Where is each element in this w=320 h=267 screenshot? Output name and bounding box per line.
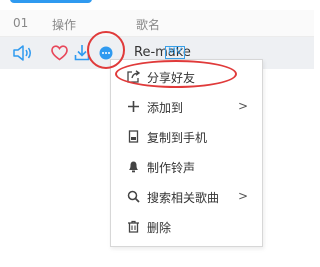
top-blue-button[interactable] xyxy=(10,0,92,3)
chevron-right-icon: > xyxy=(237,189,248,203)
phone-icon xyxy=(128,130,139,143)
annotation-ellipse xyxy=(115,60,237,88)
menu-item-copy-to-phone[interactable]: 复制到手机 xyxy=(111,122,262,152)
menu-item-label: 复制到手机 xyxy=(147,131,208,145)
menu-item-label: 删除 xyxy=(147,221,172,235)
menu-item-label: 制作铃声 xyxy=(147,161,196,175)
bell-icon xyxy=(129,161,138,173)
header-index: 01 xyxy=(13,16,29,30)
menu-item-make-ringtone[interactable]: 制作铃声 xyxy=(111,152,262,182)
menu-item-search-related[interactable]: 搜索相关歌曲 > xyxy=(111,182,262,212)
heart-icon[interactable] xyxy=(51,45,68,61)
plus-icon xyxy=(128,101,139,112)
chevron-right-icon: > xyxy=(237,99,248,113)
menu-item-add-to[interactable]: 添加到 > xyxy=(111,92,262,122)
trash-icon xyxy=(128,220,139,233)
table-header: 01 操作 歌名 xyxy=(0,10,314,37)
search-icon xyxy=(127,190,140,203)
mv-badge[interactable]: MV xyxy=(165,46,185,59)
header-song-name: 歌名 xyxy=(136,18,161,32)
header-actions: 操作 xyxy=(52,18,77,32)
menu-item-label: 添加到 xyxy=(147,101,184,115)
speaker-icon[interactable] xyxy=(13,45,33,61)
menu-item-delete[interactable]: 删除 xyxy=(111,212,262,242)
menu-item-label: 搜索相关歌曲 xyxy=(147,191,220,205)
annotation-circle xyxy=(87,31,125,69)
